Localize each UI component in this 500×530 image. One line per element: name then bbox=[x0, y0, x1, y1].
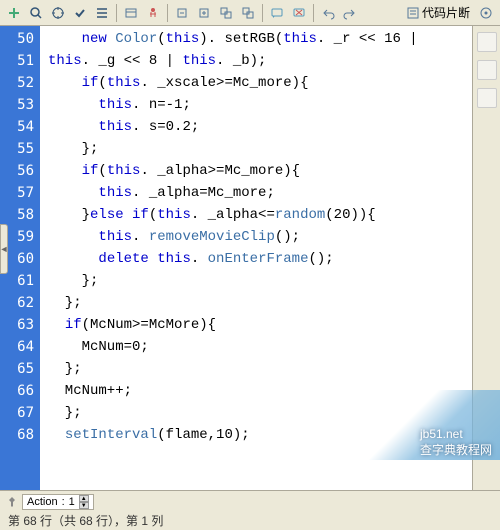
find-icon[interactable] bbox=[26, 3, 46, 23]
actions-selector[interactable]: Action : 1 ▲ ▼ bbox=[22, 494, 94, 510]
code-snippet-button[interactable]: 代码片断 bbox=[406, 4, 470, 21]
stepper-down-icon[interactable]: ▼ bbox=[79, 502, 89, 509]
toolbar: 代码片断 bbox=[0, 0, 500, 26]
panel-tab[interactable] bbox=[477, 32, 497, 52]
code-line[interactable]: this. n=-1; bbox=[48, 94, 472, 116]
code-line[interactable]: if(McNum>=McMore){ bbox=[48, 314, 472, 336]
status-bar: 第 68 行（共 68 行），第 1 列 bbox=[0, 512, 500, 530]
line-number: 65 bbox=[0, 358, 34, 380]
code-snippet-label: 代码片断 bbox=[422, 4, 470, 21]
toolbar-separator bbox=[262, 4, 263, 22]
check-syntax-icon[interactable] bbox=[70, 3, 90, 23]
line-number: 68 bbox=[0, 424, 34, 446]
stepper-up-icon[interactable]: ▲ bbox=[79, 495, 89, 502]
code-line[interactable]: }; bbox=[48, 292, 472, 314]
show-code-hint-icon[interactable] bbox=[121, 3, 141, 23]
line-number: 62 bbox=[0, 292, 34, 314]
code-line[interactable]: setInterval(flame,10); bbox=[48, 424, 472, 446]
uncomment-icon[interactable] bbox=[289, 3, 309, 23]
code-line[interactable]: }; bbox=[48, 402, 472, 424]
debug-options-icon[interactable] bbox=[143, 3, 163, 23]
panel-tab[interactable] bbox=[477, 88, 497, 108]
code-line[interactable]: delete this. onEnterFrame(); bbox=[48, 248, 472, 270]
line-number: 67 bbox=[0, 402, 34, 424]
add-script-icon[interactable] bbox=[4, 3, 24, 23]
bottom-bar: Action : 1 ▲ ▼ bbox=[0, 490, 500, 512]
panel-tab[interactable] bbox=[477, 60, 497, 80]
code-line[interactable]: }else if(this. _alpha<=random(20)){ bbox=[48, 204, 472, 226]
right-panel-strip bbox=[472, 26, 500, 490]
line-number: 51 bbox=[0, 50, 34, 72]
collapse-icon[interactable] bbox=[172, 3, 192, 23]
editor-main: ◄ 50515253545556575859606162636465666768… bbox=[0, 26, 500, 490]
line-number: 55 bbox=[0, 138, 34, 160]
cursor-position-status: 第 68 行（共 68 行），第 1 列 bbox=[8, 514, 163, 528]
toolbar-separator bbox=[167, 4, 168, 22]
expand-all-icon[interactable] bbox=[238, 3, 258, 23]
toolbar-separator bbox=[313, 4, 314, 22]
code-line[interactable]: McNum++; bbox=[48, 380, 472, 402]
actions-stepper[interactable]: ▲ ▼ bbox=[79, 495, 89, 509]
code-line[interactable]: this. _alpha=Mc_more; bbox=[48, 182, 472, 204]
line-number: 63 bbox=[0, 314, 34, 336]
line-number: 57 bbox=[0, 182, 34, 204]
expand-icon[interactable] bbox=[194, 3, 214, 23]
line-number: 58 bbox=[0, 204, 34, 226]
line-number: 64 bbox=[0, 336, 34, 358]
line-number: 66 bbox=[0, 380, 34, 402]
line-number: 54 bbox=[0, 116, 34, 138]
actions-label: Action bbox=[27, 496, 58, 508]
panel-collapse-handle[interactable]: ◄ bbox=[0, 224, 8, 274]
code-line[interactable]: if(this. _alpha>=Mc_more){ bbox=[48, 160, 472, 182]
code-line[interactable]: McNum=0; bbox=[48, 336, 472, 358]
code-line[interactable]: }; bbox=[48, 270, 472, 292]
code-line[interactable]: new Color(this). setRGB(this. _r << 16 | bbox=[48, 28, 472, 50]
line-number: 52 bbox=[0, 72, 34, 94]
line-number: 53 bbox=[0, 94, 34, 116]
toolbar-right: 代码片断 bbox=[406, 3, 496, 23]
target-icon[interactable] bbox=[48, 3, 68, 23]
line-number: 56 bbox=[0, 160, 34, 182]
code-line[interactable]: this. _g << 8 | this. _b); bbox=[48, 50, 472, 72]
code-line[interactable]: this. removeMovieClip(); bbox=[48, 226, 472, 248]
code-line[interactable] bbox=[48, 446, 472, 468]
pin-icon[interactable] bbox=[6, 496, 18, 508]
options-icon[interactable] bbox=[476, 3, 496, 23]
code-line[interactable]: this. s=0.2; bbox=[48, 116, 472, 138]
redo-icon[interactable] bbox=[340, 3, 360, 23]
line-number: 50 bbox=[0, 28, 34, 50]
code-line[interactable]: }; bbox=[48, 358, 472, 380]
comment-icon[interactable] bbox=[267, 3, 287, 23]
actions-value: 1 bbox=[69, 496, 75, 508]
code-line[interactable]: if(this. _xscale>=Mc_more){ bbox=[48, 72, 472, 94]
auto-format-icon[interactable] bbox=[92, 3, 112, 23]
undo-icon[interactable] bbox=[318, 3, 338, 23]
toolbar-separator bbox=[116, 4, 117, 22]
code-line[interactable]: }; bbox=[48, 138, 472, 160]
collapse-all-icon[interactable] bbox=[216, 3, 236, 23]
code-editor[interactable]: new Color(this). setRGB(this. _r << 16 |… bbox=[40, 26, 472, 490]
